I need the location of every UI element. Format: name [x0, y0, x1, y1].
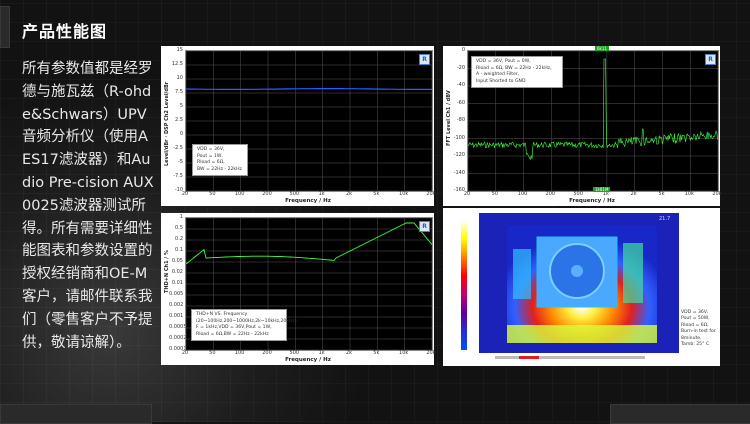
y-tick-label: -7.5	[173, 173, 183, 179]
x-tick-label: 2k	[345, 191, 353, 197]
thermal-temp-bar	[495, 356, 645, 359]
x-tick-label: 20k	[426, 191, 436, 197]
x-tick-label: 10k	[399, 191, 409, 197]
x-tick-label: 200	[262, 350, 272, 356]
y-tick-label: 0.02	[171, 269, 183, 275]
y-tick-label: 0.0005	[169, 324, 187, 330]
y-tick-label: -5	[178, 159, 183, 165]
x-tick-label: 20k	[426, 350, 436, 356]
fft-marker-bottom: 1k81M	[593, 187, 611, 192]
y-tick-label: -40	[456, 82, 465, 88]
y-tick-label: 0.5	[175, 225, 183, 231]
x-tick-label: 50	[491, 191, 498, 197]
legend-line: VDD = 36V,	[197, 147, 225, 152]
y-tick-label: 0.05	[171, 258, 183, 264]
legend-line: F = 1kHz,VDD = 36V,Pout = 1W,	[196, 325, 272, 331]
note-line: Burn-in test for	[681, 329, 716, 335]
x-tick-label: 5k	[658, 191, 665, 197]
x-tick-label: 5k	[373, 191, 380, 197]
x-tick-label: 200	[262, 191, 272, 197]
x-tick-label: 2k	[630, 191, 637, 197]
legend-line: Input Shorted to GND	[476, 78, 526, 84]
legend-line: BW = 22Hz - 22kHz	[197, 166, 242, 172]
y-tick-label: 0.005	[169, 291, 184, 297]
x-tick-label: 2k	[345, 350, 353, 356]
x-tick-label: 500	[573, 191, 583, 197]
x-tick-label: 20	[463, 191, 471, 197]
x-tick-label: 5k	[373, 350, 380, 356]
y-tick-label: 15	[176, 47, 183, 53]
rs-logo-icon: R	[419, 54, 430, 65]
x-tick-label: 100	[517, 191, 528, 197]
y-tick-label: 0.1	[175, 247, 183, 253]
legend-line: THD+N VS. Frequency	[196, 312, 248, 317]
freq-response-xlabel: Frequency / Hz	[285, 198, 331, 204]
y-tick-label: 0.01	[171, 280, 183, 286]
fft-panel: FFT Level Ch1 / dBV 0 -20 -40 -60 -80 -100 -12…	[443, 46, 722, 206]
y-tick-label: 0.002	[169, 302, 184, 308]
thermal-notes: VDD = 36V, Pout = 50W, Rload = 6Ω, Burn-…	[681, 310, 716, 348]
fft-marker-top: 6k11	[595, 46, 609, 51]
y-tick-label: 10	[176, 75, 183, 81]
x-tick-label: 20k	[712, 191, 722, 197]
thd-panel: THD+N Ch1 / % 1 0.5 0.2 0.1 0.05 0.02 0.01 0.00…	[161, 213, 436, 365]
y-tick-label: -100	[453, 134, 465, 141]
rs-logo-icon: R	[705, 54, 716, 65]
freq-response-legend: VDD = 36V, Pout = 1W, Rload = 6Ω, BW = 2…	[192, 144, 248, 177]
x-tick-label: 50	[209, 191, 216, 197]
y-tick-label: -20	[456, 64, 465, 71]
freq-response-panel: Level/dBr · DSP Ch2 Level/dBr 15 12.5 10 7.…	[161, 46, 436, 206]
x-tick-label: 500	[289, 191, 300, 197]
fft-xlabel: Frequency / Hz	[569, 198, 615, 204]
y-tick-label: 2.5	[175, 117, 183, 123]
legend-line: Rload = 6Ω,	[197, 160, 225, 166]
thd-legend: THD+N VS. Frequency (20~100Hz,200~1000Hz…	[191, 309, 297, 342]
y-tick-label: 0.0002	[169, 335, 187, 341]
description-text: 所有参数值都是经罗德与施瓦兹（R-ohde&Schwars）UPV音频分析仪（使…	[22, 61, 154, 351]
y-tick-label: 0	[179, 131, 183, 137]
y-tick-label: 1	[179, 214, 183, 220]
x-tick-label: 50	[209, 350, 216, 356]
thermal-scale-bar	[461, 220, 467, 350]
note-line: Tamb: 25° C	[681, 342, 710, 348]
freq-response-line	[186, 87, 432, 91]
thermal-image	[479, 213, 679, 353]
x-tick-label: 10k	[399, 350, 409, 356]
legend-line: VDD = 36V, Pout = 0W,	[476, 59, 531, 64]
legend-line: A - weighted Filter,	[476, 72, 520, 78]
x-tick-label: 1k	[318, 350, 325, 356]
y-tick-label: 0	[461, 47, 465, 53]
thd-xlabel: Frequency / Hz	[285, 357, 331, 363]
x-tick-label: 10k	[684, 191, 694, 197]
y-tick-label: 5	[179, 103, 183, 109]
thermal-panel: 21.7 VDD = 36V, Pout = 50W, Rload = 6Ω, …	[443, 208, 720, 366]
y-tick-label: 7.5	[175, 89, 183, 95]
rs-logo-icon: R	[419, 221, 430, 232]
x-tick-label: 20	[181, 191, 189, 197]
y-tick-label: -140	[453, 169, 465, 176]
y-tick-label: 0.2	[175, 236, 183, 242]
y-tick-label: -60	[456, 99, 465, 106]
page-title: 产品性能图	[22, 22, 108, 41]
thermal-corner-value: 21.7	[659, 216, 671, 222]
x-tick-label: 200	[545, 191, 556, 197]
x-tick-label: 500	[289, 350, 300, 356]
y-tick-label: -120	[453, 152, 465, 158]
x-tick-label: 100	[234, 191, 245, 197]
legend-line: Rload = 6Ω,BW = 22Hz - 22kHz	[196, 331, 269, 337]
y-tick-label: 12.5	[171, 61, 183, 67]
fft-legend: VDD = 36V, Pout = 0W, Rload = 6Ω, BW = 2…	[471, 56, 563, 89]
y-tick-label: 0.001	[169, 313, 184, 319]
y-tick-label: -2.5	[173, 145, 183, 151]
y-tick-label: -80	[456, 117, 465, 123]
x-tick-label: 100	[234, 350, 245, 356]
x-tick-label: 1k	[318, 191, 325, 197]
x-tick-label: 20	[181, 350, 189, 356]
